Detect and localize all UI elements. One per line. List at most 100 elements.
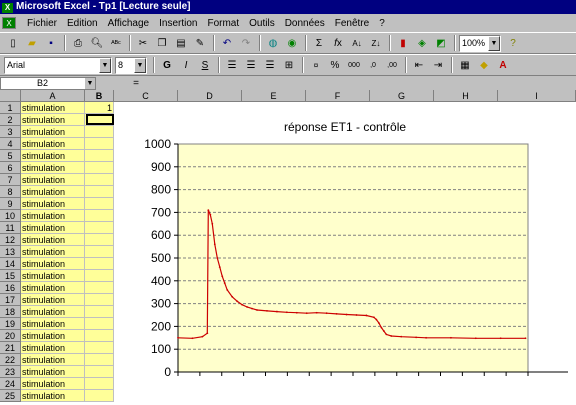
cell-a[interactable]: stimulation [21,114,85,126]
cell-b[interactable] [85,126,114,138]
corner-select-all[interactable] [0,90,21,102]
worksheet-grid[interactable]: A B C D E F G H I 1 stimulation 1 2 stimulat… [0,90,576,405]
percent-icon[interactable]: % [326,56,344,74]
font-size-select[interactable]: 8 ▼ [115,56,147,74]
row-header[interactable]: 6 [0,162,21,174]
print-preview-icon[interactable]: 🔍︎ [88,34,106,52]
redo-icon[interactable]: ↷ [237,34,255,52]
sort-descending-icon[interactable]: Z↓ [367,34,385,52]
cut-icon[interactable]: ✂ [134,34,152,52]
cell-a[interactable]: stimulation [21,330,85,342]
row-header[interactable]: 3 [0,126,21,138]
column-header-g[interactable]: G [370,90,434,102]
cell-b[interactable] [85,306,114,318]
menu-donnees[interactable]: Données [280,18,330,29]
print-icon[interactable]: ⎙ [69,34,87,52]
italic-icon[interactable]: I [177,56,195,74]
cell-b[interactable] [85,138,114,150]
sort-ascending-icon[interactable]: A↓ [348,34,366,52]
cell-a[interactable]: stimulation [21,270,85,282]
line-chart[interactable]: 0 100 200 300 400 500 600 700 800 900 1000 [114,114,576,405]
cell-b[interactable] [85,294,114,306]
edit-formula-button[interactable]: = [126,77,146,90]
paste-icon[interactable]: ▤ [172,34,190,52]
row-header[interactable]: 14 [0,258,21,270]
cell-a[interactable]: stimulation [21,150,85,162]
cell-b[interactable] [85,390,114,402]
cell-a[interactable]: stimulation [21,366,85,378]
active-cell-b2[interactable] [86,114,114,125]
column-header-b[interactable]: B [85,90,114,102]
menu-affichage[interactable]: Affichage [103,18,155,29]
hyperlink-icon[interactable]: ◍ [264,34,282,52]
font-color-icon[interactable]: A [494,56,512,74]
chevron-down-icon[interactable]: ▼ [134,57,146,73]
autosum-icon[interactable]: Σ [310,34,328,52]
embedded-chart[interactable]: réponse ET1 - contrôle 0 100 200 300 400 500 6… [114,114,576,405]
cell-b[interactable] [85,186,114,198]
column-header-h[interactable]: H [434,90,498,102]
save-icon[interactable]: ▪ [42,34,60,52]
row-header[interactable]: 1 [0,102,21,114]
drawing-icon[interactable]: ◩ [432,34,450,52]
cell-b[interactable] [85,234,114,246]
cell-b[interactable] [85,150,114,162]
chevron-down-icon[interactable]: ▼ [488,35,500,51]
cell-a[interactable]: stimulation [21,162,85,174]
cell-b[interactable] [85,366,114,378]
cell-b[interactable] [85,258,114,270]
cell-a[interactable]: stimulation [21,198,85,210]
row-header[interactable]: 20 [0,330,21,342]
cell-a[interactable]: stimulation [21,138,85,150]
workbook-icon[interactable]: X [2,17,16,29]
chevron-down-icon[interactable]: ▼ [85,77,95,89]
column-header-a[interactable]: A [21,90,85,102]
cell-b[interactable] [85,174,114,186]
menu-insertion[interactable]: Insertion [154,18,202,29]
spelling-icon[interactable]: ᴬᴮᶜ [107,34,125,52]
office-assistant-icon[interactable]: ? [504,34,522,52]
open-folder-icon[interactable]: ▰ [23,34,41,52]
cell-b[interactable] [85,330,114,342]
cell-a[interactable]: stimulation [21,174,85,186]
format-painter-icon[interactable]: ✎ [191,34,209,52]
map-icon[interactable]: ◈ [413,34,431,52]
new-file-icon[interactable]: ▯ [4,34,22,52]
cell-b[interactable] [85,318,114,330]
cell-a[interactable]: stimulation [21,378,85,390]
cell-a[interactable]: stimulation [21,246,85,258]
row-header[interactable]: 11 [0,222,21,234]
menu-fichier[interactable]: Fichier [22,18,62,29]
row-header[interactable]: 8 [0,186,21,198]
menu-help[interactable]: ? [374,18,390,29]
cell-b[interactable] [85,162,114,174]
cell-b[interactable] [85,282,114,294]
increase-indent-icon[interactable]: ⇥ [429,56,447,74]
thousands-icon[interactable]: 000 [345,56,363,74]
row-header[interactable]: 4 [0,138,21,150]
cell-a[interactable]: stimulation [21,342,85,354]
cell-b[interactable] [85,354,114,366]
cell-b[interactable] [85,246,114,258]
cell-a[interactable]: stimulation [21,390,85,402]
column-header-f[interactable]: F [306,90,370,102]
row-header[interactable]: 12 [0,234,21,246]
menu-outils[interactable]: Outils [244,18,280,29]
row-header[interactable]: 17 [0,294,21,306]
row-header[interactable]: 7 [0,174,21,186]
align-center-icon[interactable]: ☰ [242,56,260,74]
cell-a[interactable]: stimulation [21,282,85,294]
row-header[interactable]: 24 [0,378,21,390]
cell-b[interactable] [85,222,114,234]
cell-b[interactable] [85,342,114,354]
cell-a[interactable]: stimulation [21,186,85,198]
cell-a[interactable]: stimulation [21,210,85,222]
cell-a[interactable]: stimulation [21,258,85,270]
column-header-d[interactable]: D [178,90,242,102]
increase-decimal-icon[interactable]: ,0 [364,56,382,74]
column-header-i[interactable]: I [498,90,576,102]
cell-b[interactable] [85,198,114,210]
cell-b[interactable]: 1 [85,102,114,114]
row-header[interactable]: 2 [0,114,21,126]
row-header[interactable]: 21 [0,342,21,354]
